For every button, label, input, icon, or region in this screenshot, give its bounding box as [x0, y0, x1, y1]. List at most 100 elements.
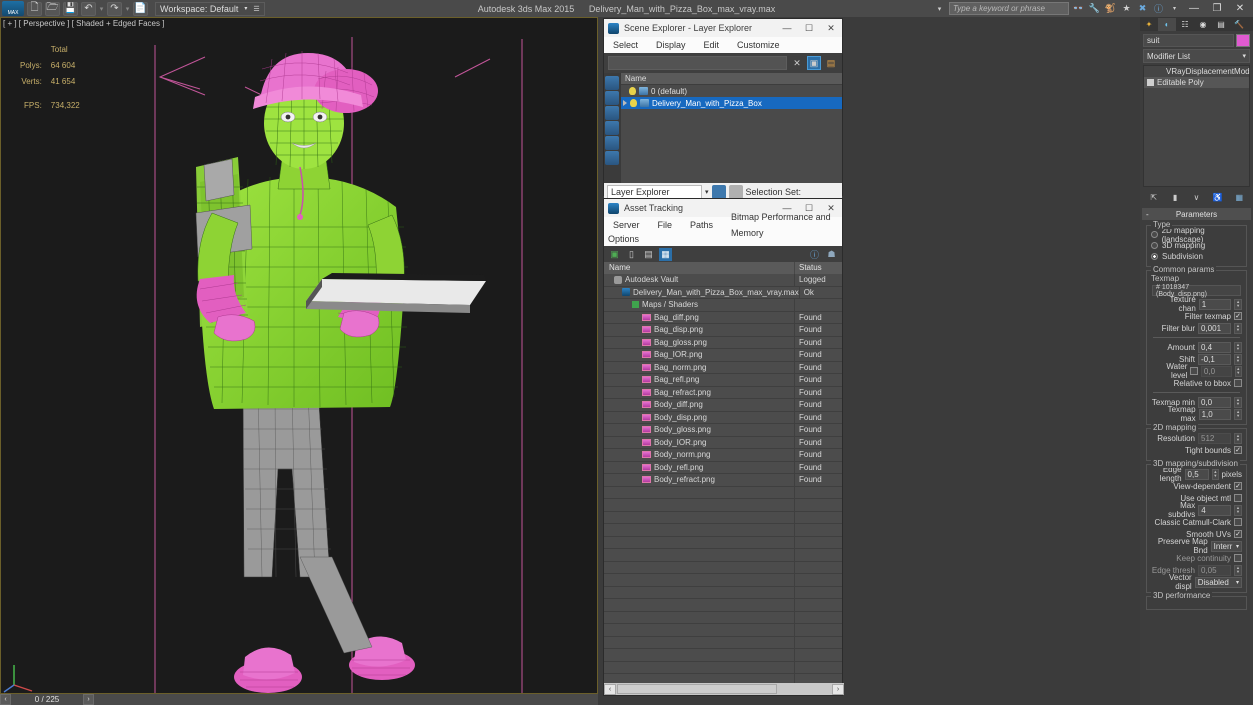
help-icon[interactable]: ⓘ [1152, 2, 1165, 15]
prev-frame-button[interactable]: ‹ [0, 694, 11, 705]
water-level-checkbox[interactable] [1190, 367, 1198, 375]
viewport-label[interactable]: [ + ] [ Perspective ] [ Shaded + Edged F… [3, 19, 164, 28]
mode-dropdown-icon[interactable]: ▾ [705, 188, 709, 196]
minimize-button[interactable]: — [1184, 1, 1204, 16]
command-panel[interactable]: ✦ ◐ ☷ ◉ ▤ 🔨 suit Modifier List ▾ VRayDis… [1140, 17, 1253, 705]
filter-cameras-icon[interactable] [605, 121, 619, 135]
scene-explorer-filter-input[interactable] [608, 56, 787, 70]
binoculars-icon[interactable]: 👓 [1072, 2, 1085, 15]
monkey-icon[interactable]: 🐒 [1104, 2, 1117, 15]
edge-length-spinner[interactable]: ▲ ▼ [1212, 468, 1219, 480]
wrench-icon[interactable]: 🔧 [1088, 2, 1101, 15]
water-level-input[interactable]: 0,0 [1200, 365, 1232, 377]
refresh-icon[interactable]: ▣ [608, 248, 621, 261]
relative-to-bbox-checkbox[interactable] [1234, 379, 1242, 387]
menu-edit[interactable]: Edit [695, 37, 729, 53]
radio-icon[interactable] [1151, 242, 1158, 249]
new-file-icon[interactable]: 🗋 [27, 1, 42, 16]
scene-explorer-close[interactable]: ✕ [820, 19, 842, 37]
modifier-stack[interactable]: VRayDisplacementMod Editable Poly [1143, 65, 1250, 187]
menu-display[interactable]: Display [647, 37, 695, 53]
workspace-selector[interactable]: Workspace: Default ▾ ☰ [155, 1, 265, 16]
texmap-min-input[interactable]: 0,0 [1198, 396, 1231, 408]
amount-spinner[interactable]: ▲ ▼ [1234, 341, 1242, 353]
display-tab[interactable]: ▤ [1212, 18, 1230, 31]
max-subdivs-input[interactable]: 4 [1198, 504, 1232, 516]
tight-bounds-checkbox[interactable]: ✓ [1234, 446, 1242, 454]
object-color-swatch[interactable] [1236, 33, 1250, 47]
texmap-max-input[interactable]: 1,0 [1198, 408, 1232, 420]
expand-arrow-icon[interactable] [623, 100, 627, 106]
scene-explorer-maximize[interactable]: ☐ [798, 19, 820, 37]
edge-thresh-input[interactable]: 0,05 [1198, 564, 1231, 576]
max-logo-icon[interactable]: MAX [2, 1, 24, 16]
asset-tracking-window[interactable]: Asset Tracking — ☐ ✕ Server File Paths B… [603, 198, 844, 696]
list-view-icon[interactable]: ▯ [625, 248, 638, 261]
scene-explorer-column-name[interactable]: Name [621, 73, 842, 85]
scroll-right-icon[interactable]: › [832, 683, 844, 695]
help-icon[interactable]: ⓘ [808, 248, 821, 261]
hierarchy-tab[interactable]: ☷ [1176, 18, 1194, 31]
menu-select[interactable]: Select [604, 37, 647, 53]
layer-row-default[interactable]: 0 (default) [621, 85, 842, 97]
vault-icon[interactable]: ☗ [825, 248, 838, 261]
scene-explorer-window[interactable]: Scene Explorer - Layer Explorer — ☐ ✕ Se… [603, 18, 843, 201]
resolution-spinner[interactable]: ▲ ▼ [1234, 432, 1242, 444]
edge-thresh-spinner[interactable]: ▲ ▼ [1234, 564, 1242, 576]
pin-stack-icon[interactable]: ⇱ [1147, 190, 1161, 204]
search-dropdown-icon[interactable]: ▾ [933, 2, 946, 15]
shift-spinner[interactable]: ▲ ▼ [1234, 353, 1242, 365]
water-level-spinner[interactable]: ▲ ▼ [1234, 365, 1242, 377]
amount-input[interactable]: 0,4 [1198, 341, 1231, 353]
smooth-uvs-checkbox[interactable]: ✓ [1234, 530, 1242, 538]
clear-filter-icon[interactable]: ✕ [790, 56, 804, 70]
redo-icon[interactable]: ↷ [107, 1, 122, 16]
radio-icon[interactable] [1151, 231, 1158, 238]
edge-length-input[interactable]: 0,5 [1184, 468, 1210, 480]
x-exchange-icon[interactable]: ✖ [1136, 2, 1149, 15]
collapse-icon[interactable]: - [1146, 210, 1149, 219]
menu-bitmap-performance[interactable]: Bitmap Performance and Memory [722, 209, 842, 241]
texture-channel-spinner[interactable]: ▲ ▼ [1234, 298, 1242, 310]
star-icon[interactable]: ★ [1120, 2, 1133, 15]
shift-input[interactable]: -0,1 [1198, 353, 1231, 365]
save-file-icon[interactable]: 💾 [63, 1, 78, 16]
filter-toggle-icon[interactable]: ▣ [807, 56, 821, 70]
radio-subdivision[interactable]: Subdivision [1151, 251, 1242, 262]
perspective-viewport[interactable]: [ + ] [ Perspective ] [ Shaded + Edged F… [0, 17, 598, 694]
preserve-map-bnd-select[interactable]: Interr ▾ [1210, 540, 1242, 552]
scroll-thumb[interactable] [617, 684, 777, 694]
filter-shapes-icon[interactable] [605, 91, 619, 105]
filter-layers-icon[interactable] [605, 151, 619, 165]
configure-sets-icon[interactable]: ▦ [1232, 190, 1246, 204]
vector-displ-select[interactable]: Disabled ▾ [1194, 576, 1242, 588]
parameters-rollup-header[interactable]: - Parameters [1142, 208, 1251, 220]
resolution-input[interactable]: 512 [1198, 432, 1231, 444]
make-unique-icon[interactable]: ∨ [1189, 190, 1203, 204]
menu-file[interactable]: File [649, 217, 682, 233]
column-status[interactable]: Status [794, 262, 842, 274]
texmap-max-spinner[interactable]: ▲ ▼ [1234, 408, 1242, 420]
layer-explorer-toggle-icon[interactable] [711, 185, 726, 199]
texture-channel-input[interactable]: 1 [1198, 298, 1232, 310]
detail-view-icon[interactable]: ▤ [642, 248, 655, 261]
light-bulb-icon[interactable] [629, 87, 636, 95]
modifier-row-vraydisplacement[interactable]: VRayDisplacementMod [1144, 66, 1250, 77]
menu-customize[interactable]: Customize [728, 37, 789, 53]
filter-texmap-checkbox[interactable]: ✓ [1234, 312, 1242, 320]
layer-row-delivery-man[interactable]: Delivery_Man_with_Pizza_Box [621, 97, 842, 109]
scene-explorer-minimize[interactable]: — [776, 19, 798, 37]
view-dependent-checkbox[interactable]: ✓ [1234, 482, 1242, 490]
menu-paths[interactable]: Paths [681, 217, 722, 233]
motion-tab[interactable]: ◉ [1194, 18, 1212, 31]
restore-button[interactable]: ❐ [1207, 1, 1227, 16]
asset-tracking-rows[interactable]: Autodesk Vault Logged Delivery_Man_with_P… [604, 274, 842, 688]
filter-blur-input[interactable]: 0,001 [1198, 322, 1231, 334]
help-dropdown-icon[interactable]: ▾ [1168, 2, 1181, 15]
radio-2d-mapping[interactable]: 2D mapping (landscape) [1151, 226, 1242, 244]
next-frame-button[interactable]: › [83, 694, 94, 705]
texmap-min-spinner[interactable]: ▲ ▼ [1234, 396, 1242, 408]
grid-view-icon[interactable]: ▦ [659, 247, 672, 261]
open-file-icon[interactable]: 🗁 [45, 1, 60, 16]
selection-set-icon[interactable] [728, 185, 743, 199]
